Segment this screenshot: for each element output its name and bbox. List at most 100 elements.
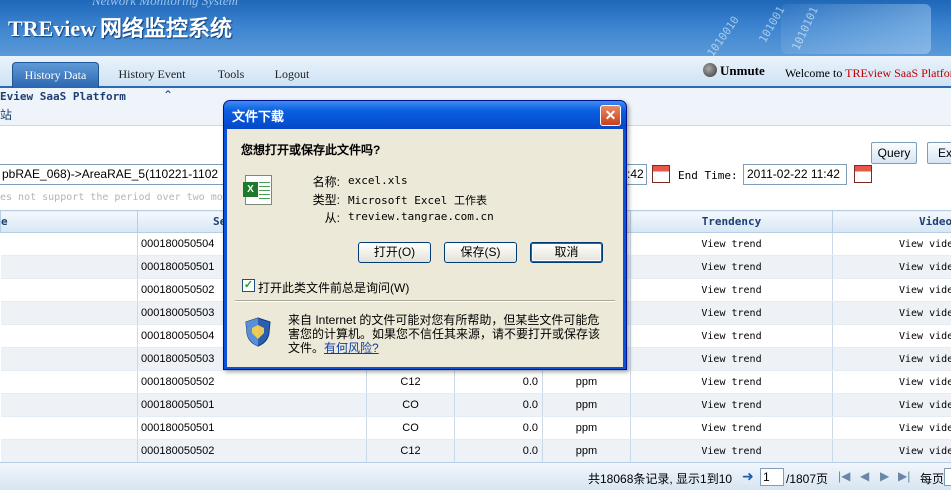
excel-file-icon: X (243, 175, 272, 205)
file-from-label: 从: (324, 211, 340, 225)
file-name-label: 名称: (312, 175, 340, 189)
cell-trend[interactable]: View trend (630, 255, 833, 279)
cell-sensor: 000180050502 (137, 370, 367, 394)
cell-unit: ppm (542, 393, 631, 417)
always-ask-label[interactable]: 打开此类文件前总是询问(W) (258, 279, 409, 296)
cell-name (0, 232, 138, 256)
go-arrow-icon[interactable]: ➜ (742, 468, 754, 485)
table-row: 000180050502 C12 0.0 ppm View trend View vide (0, 370, 951, 394)
tab-history-data[interactable]: History Data (12, 62, 99, 88)
dialog-body: 您想打开或保存此文件吗? X 名称: excel.xls 类型: Microso… (227, 129, 623, 367)
first-page-icon[interactable]: |◀ (838, 469, 850, 483)
cell-value: 0.0 (454, 416, 543, 440)
cell-trend[interactable]: View trend (630, 232, 833, 256)
save-button[interactable]: 保存(S) (444, 242, 517, 263)
page-number-input[interactable]: 1 (760, 468, 784, 486)
cell-value: 0.0 (454, 393, 543, 417)
binary-deco-1: 1010010 (704, 13, 742, 56)
cell-trend[interactable]: View trend (630, 439, 833, 463)
cell-video[interactable]: View vide (832, 416, 951, 440)
cell-name (0, 301, 138, 325)
cell-trend[interactable]: View trend (630, 301, 833, 325)
period-warning: es not support the period over two mon (0, 192, 229, 203)
end-calendar-icon[interactable] (854, 165, 872, 183)
col-header-name[interactable]: e (0, 210, 138, 233)
welcome-brand: TREview SaaS Platfor (845, 66, 951, 80)
cell-name (0, 393, 138, 417)
cell-trend[interactable]: View trend (630, 347, 833, 371)
file-name-value: excel.xls (348, 174, 408, 187)
cell-video[interactable]: View vide (832, 439, 951, 463)
close-icon: ✕ (604, 107, 617, 123)
export-button[interactable]: Ex (927, 142, 951, 164)
cell-trend[interactable]: View trend (630, 416, 833, 440)
cell-video[interactable]: View vide (832, 301, 951, 325)
start-time-field[interactable]: :42 (627, 164, 647, 185)
cell-sensor: 000180050502 (137, 439, 367, 463)
query-button[interactable]: Query (871, 142, 917, 164)
cell-name (0, 439, 138, 463)
pager: 共18068条记录, 显示1到10 ➜ 1 /1807页 |◀ ◀ ▶ ▶| 每… (0, 462, 951, 490)
cell-trend[interactable]: View trend (630, 393, 833, 417)
cell-video[interactable]: View vide (832, 324, 951, 348)
cell-unit: ppm (542, 370, 631, 394)
collapse-icon[interactable]: ⌃ (163, 88, 173, 102)
table-row: 000180050502 C12 0.0 ppm View trend View vide (0, 439, 951, 463)
open-button[interactable]: 打开(O) (358, 242, 431, 263)
header-subtitle: Network Monitoring System (92, 0, 238, 8)
table-row: 000180050501 CO 0.0 ppm View trend View vide (0, 393, 951, 417)
dialog-titlebar[interactable]: 文件下载 ✕ (224, 101, 626, 129)
security-shield-icon (245, 317, 271, 347)
cell-name (0, 278, 138, 302)
main-nav: History Data History Event Tools Logout … (0, 56, 951, 88)
next-page-icon[interactable]: ▶ (880, 469, 889, 483)
cell-video[interactable]: View vide (832, 255, 951, 279)
page-total: /1807页 (786, 472, 829, 486)
cell-video[interactable]: View vide (832, 393, 951, 417)
tab-history-event[interactable]: History Event (108, 62, 196, 88)
tab-tools[interactable]: Tools (206, 62, 256, 88)
cell-video[interactable]: View vide (832, 370, 951, 394)
cell-sensor: 000180050501 (137, 393, 367, 417)
dialog-close-button[interactable]: ✕ (600, 105, 621, 126)
prev-page-icon[interactable]: ◀ (860, 469, 869, 483)
cell-video[interactable]: View vide (832, 347, 951, 371)
cell-name (0, 370, 138, 394)
cell-name (0, 324, 138, 348)
unmute-label: Unmute (720, 63, 765, 78)
dialog-question: 您想打开或保存此文件吗? (241, 143, 381, 157)
cell-name (0, 347, 138, 371)
logo-cn: 网络监控系统 (100, 17, 233, 42)
per-page-select[interactable] (944, 468, 951, 486)
cancel-button[interactable]: 取消 (530, 242, 603, 263)
per-page-label: 每页 (920, 472, 945, 486)
area-path-field[interactable]: pbRAE_068)->AreaRAE_5(110221-1102 (0, 164, 243, 185)
welcome-prefix: Welcome to (785, 66, 846, 80)
cell-name (0, 255, 138, 279)
dialog-title: 文件下载 (232, 109, 285, 124)
record-summary: 共18068条记录, 显示1到10 (588, 472, 733, 486)
cell-unit: ppm (542, 439, 631, 463)
always-ask-checkbox[interactable]: ✓ (242, 279, 255, 292)
start-calendar-icon[interactable] (652, 165, 670, 183)
file-type-label: 类型: (312, 193, 340, 207)
file-type-value: Microsoft Excel 工作表 (348, 194, 487, 207)
file-download-dialog: 文件下载 ✕ 您想打开或保存此文件吗? X 名称: excel.xls 类型: … (223, 100, 627, 370)
file-from-value: treview.tangrae.com.cn (348, 210, 494, 223)
unmute-button[interactable]: Unmute (703, 63, 765, 79)
cell-trend[interactable]: View trend (630, 370, 833, 394)
app-header: Network Monitoring System TREview 网络监控系统 … (0, 0, 951, 56)
cell-trend[interactable]: View trend (630, 278, 833, 302)
risk-link[interactable]: 有何风险? (324, 341, 379, 355)
cell-trend[interactable]: View trend (630, 324, 833, 348)
tab-logout[interactable]: Logout (266, 62, 318, 88)
cell-value: 0.0 (454, 370, 543, 394)
cell-video[interactable]: View vide (832, 278, 951, 302)
last-page-icon[interactable]: ▶| (898, 469, 910, 483)
col-header-trendency[interactable]: Trendency (630, 210, 833, 233)
end-time-field[interactable]: 2011-02-22 11:42 (743, 164, 847, 185)
col-header-video[interactable]: Video (832, 210, 951, 233)
cell-video[interactable]: View vide (832, 232, 951, 256)
cell-gas: C12 (366, 439, 455, 463)
cell-unit: ppm (542, 416, 631, 440)
